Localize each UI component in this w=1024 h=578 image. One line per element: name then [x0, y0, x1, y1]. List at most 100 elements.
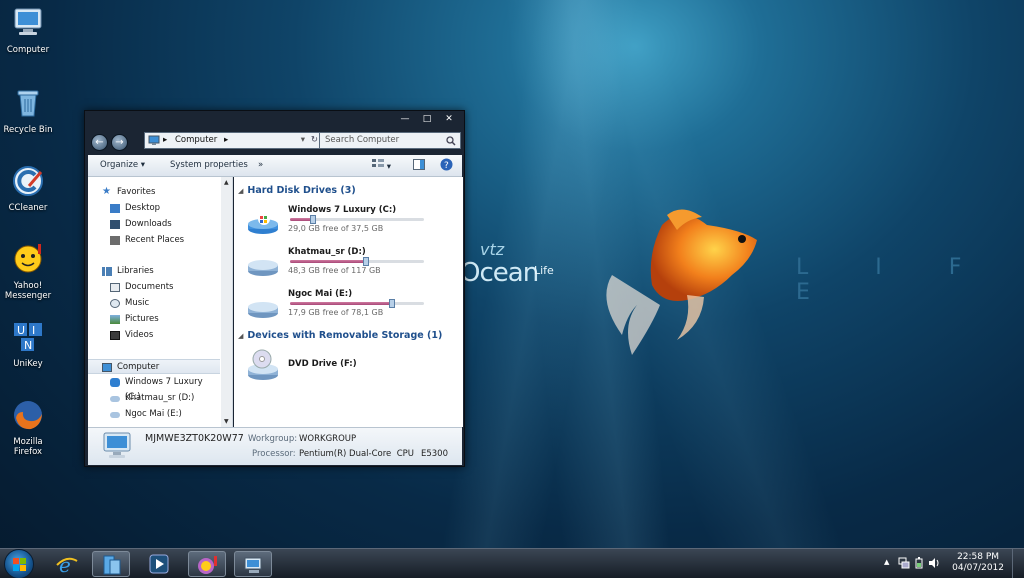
drive-free-space: 17,9 GB free of 78,1 GB: [288, 308, 384, 317]
address-dropdown-icon[interactable]: ▾: [301, 133, 305, 148]
group-hard-disk-drives[interactable]: ◢ Hard Disk Drives (3): [238, 185, 356, 196]
nav-favorites-label: Favorites: [117, 187, 156, 197]
explorer-window[interactable]: — □ ✕ ← → ▸ Computer ▸ ▾ ↻ Search Comput…: [84, 110, 465, 467]
more-commands-button[interactable]: »: [258, 160, 263, 170]
collapse-triangle-icon[interactable]: ◢: [238, 187, 243, 195]
processor-value: Pentium(R) Dual-Core CPU: [299, 449, 414, 459]
nav-item-downloads[interactable]: Downloads: [88, 217, 220, 232]
nav-item-drive-d[interactable]: Khatmau_sr (D:): [88, 391, 220, 406]
nav-favorites[interactable]: ★ Favorites: [88, 185, 220, 200]
help-button[interactable]: ?: [440, 158, 453, 174]
window-titlebar[interactable]: — □ ✕: [85, 111, 464, 127]
command-bar: Organize ▾ System properties » ▾ ?: [88, 155, 462, 177]
address-separator[interactable]: ▸: [163, 133, 167, 148]
drive-item[interactable]: Ngoc Mai (E:) 17,9 GB free of 78,1 GB: [246, 289, 456, 329]
show-desktop-button[interactable]: [1012, 549, 1024, 578]
nav-item-pictures[interactable]: Pictures: [88, 312, 220, 327]
drive-name: Khatmau_sr (D:): [288, 247, 366, 257]
desktop-icon-ccleaner[interactable]: CCleaner: [0, 164, 56, 213]
nav-item-desktop[interactable]: Desktop: [88, 201, 220, 216]
nav-item-drive-c[interactable]: Windows 7 Luxury (C:): [88, 375, 220, 402]
drive-item[interactable]: Windows 7 Luxury (C:) 29,0 GB free of 37…: [246, 205, 456, 245]
system-properties-button[interactable]: System properties: [170, 160, 248, 170]
drive-usage-bar: [290, 257, 424, 266]
system-tray: ▲ 22:58 PM 04/07/2012: [884, 549, 1024, 578]
drive-name: Ngoc Mai (E:): [288, 289, 353, 299]
desktop-folder-icon: [110, 204, 120, 213]
taskbar-internet-explorer[interactable]: e: [48, 551, 86, 577]
svg-text:e: e: [59, 553, 71, 575]
organize-label: Organize: [100, 160, 139, 170]
drive-usage-marker: [363, 257, 369, 266]
clock[interactable]: 22:58 PM 04/07/2012: [952, 552, 1004, 574]
address-separator[interactable]: ▸: [224, 135, 228, 145]
internet-explorer-icon: e: [56, 553, 78, 575]
drive-free-space: 48,3 GB free of 117 GB: [288, 266, 381, 275]
downloads-folder-icon: [110, 220, 120, 229]
nav-item-documents[interactable]: Documents: [88, 280, 220, 295]
nav-item-recent-places[interactable]: Recent Places: [88, 233, 220, 248]
start-button[interactable]: [4, 549, 34, 578]
nav-computer[interactable]: Computer: [88, 359, 220, 374]
nav-item-videos[interactable]: Videos: [88, 328, 220, 343]
search-input[interactable]: Search Computer: [319, 132, 461, 149]
refresh-icon[interactable]: ↻: [311, 133, 318, 148]
battery-icon[interactable]: [915, 557, 923, 569]
windows-drive-icon: [248, 213, 278, 234]
drive-usage-marker: [310, 215, 316, 224]
maximize-button[interactable]: □: [417, 113, 437, 125]
desktop-icon-unikey[interactable]: U I N UniKey: [0, 320, 56, 369]
change-view-button[interactable]: ▾: [372, 159, 391, 172]
forward-button[interactable]: →: [111, 134, 128, 151]
minimize-button[interactable]: —: [395, 113, 415, 125]
svg-text:?: ?: [444, 161, 449, 171]
scroll-up-arrow[interactable]: ▲: [224, 179, 229, 186]
group-removable-storage[interactable]: ◢ Devices with Removable Storage (1): [238, 330, 442, 341]
nav-item-drive-e[interactable]: Ngoc Mai (E:): [88, 407, 220, 422]
scroll-down-arrow[interactable]: ▼: [224, 418, 229, 425]
drive-name: Windows 7 Luxury (C:): [288, 205, 397, 215]
taskbar-explorer[interactable]: [92, 551, 130, 577]
taskbar-control-panel[interactable]: [234, 551, 272, 577]
nav-item-label: Documents: [125, 282, 174, 292]
desktop-icon-recycle-bin[interactable]: Recycle Bin: [0, 86, 56, 135]
content-pane[interactable]: ◢ Hard Disk Drives (3) Windows 7 Luxury (…: [234, 177, 463, 427]
desktop-icon-label: Recycle Bin: [3, 125, 53, 135]
yahoo-messenger-icon: [198, 556, 217, 574]
computer-icon: [148, 135, 160, 145]
address-crumb-computer[interactable]: Computer: [175, 135, 217, 145]
nav-pane-scrollbar[interactable]: ▲ ▼: [221, 177, 232, 427]
explorer-folder-icon: [103, 555, 121, 575]
drive-item-dvd[interactable]: DVD Drive (F:): [246, 349, 456, 389]
navigation-pane[interactable]: ★ Favorites Desktop Downloads Recent Pla…: [88, 177, 233, 427]
drive-item[interactable]: Khatmau_sr (D:) 48,3 GB free of 117 GB: [246, 247, 456, 287]
desktop-icon-label: Computer: [6, 45, 50, 55]
search-placeholder: Search Computer: [325, 135, 400, 145]
close-button[interactable]: ✕: [439, 113, 459, 125]
desktop-icon-yahoo-messenger[interactable]: Yahoo! Messenger: [0, 242, 56, 301]
back-button[interactable]: ←: [91, 134, 108, 151]
nav-item-label: Desktop: [125, 203, 161, 213]
videos-icon: [110, 331, 120, 340]
desktop-icon-firefox[interactable]: Mozilla Firefox: [0, 398, 56, 457]
volume-icon[interactable]: [928, 557, 940, 569]
address-bar[interactable]: ▸ Computer ▸ ▾ ↻: [144, 132, 322, 149]
desktop-icon-computer[interactable]: Computer: [0, 6, 56, 55]
drive-free-space: 29,0 GB free of 37,5 GB: [288, 224, 384, 233]
clock-date: 04/07/2012: [952, 563, 1004, 573]
collapse-triangle-icon[interactable]: ◢: [238, 332, 243, 340]
show-hidden-icons-button[interactable]: ▲: [884, 558, 889, 566]
taskbar-media-player[interactable]: [140, 551, 178, 577]
recent-places-icon: [110, 236, 120, 245]
preview-pane-button[interactable]: [413, 159, 425, 173]
svg-text:U: U: [17, 324, 25, 337]
network-icon[interactable]: [898, 557, 910, 569]
windows-logo-icon: [13, 558, 26, 571]
taskbar: e ▲ 22:58 PM 04/07/2012: [0, 548, 1024, 578]
organize-button[interactable]: Organize ▾: [100, 160, 145, 170]
nav-item-music[interactable]: Music: [88, 296, 220, 311]
nav-computer-label: Computer: [117, 362, 160, 372]
nav-item-label: Pictures: [125, 314, 159, 324]
nav-libraries[interactable]: Libraries: [88, 264, 220, 279]
taskbar-yahoo-messenger[interactable]: [188, 551, 226, 577]
